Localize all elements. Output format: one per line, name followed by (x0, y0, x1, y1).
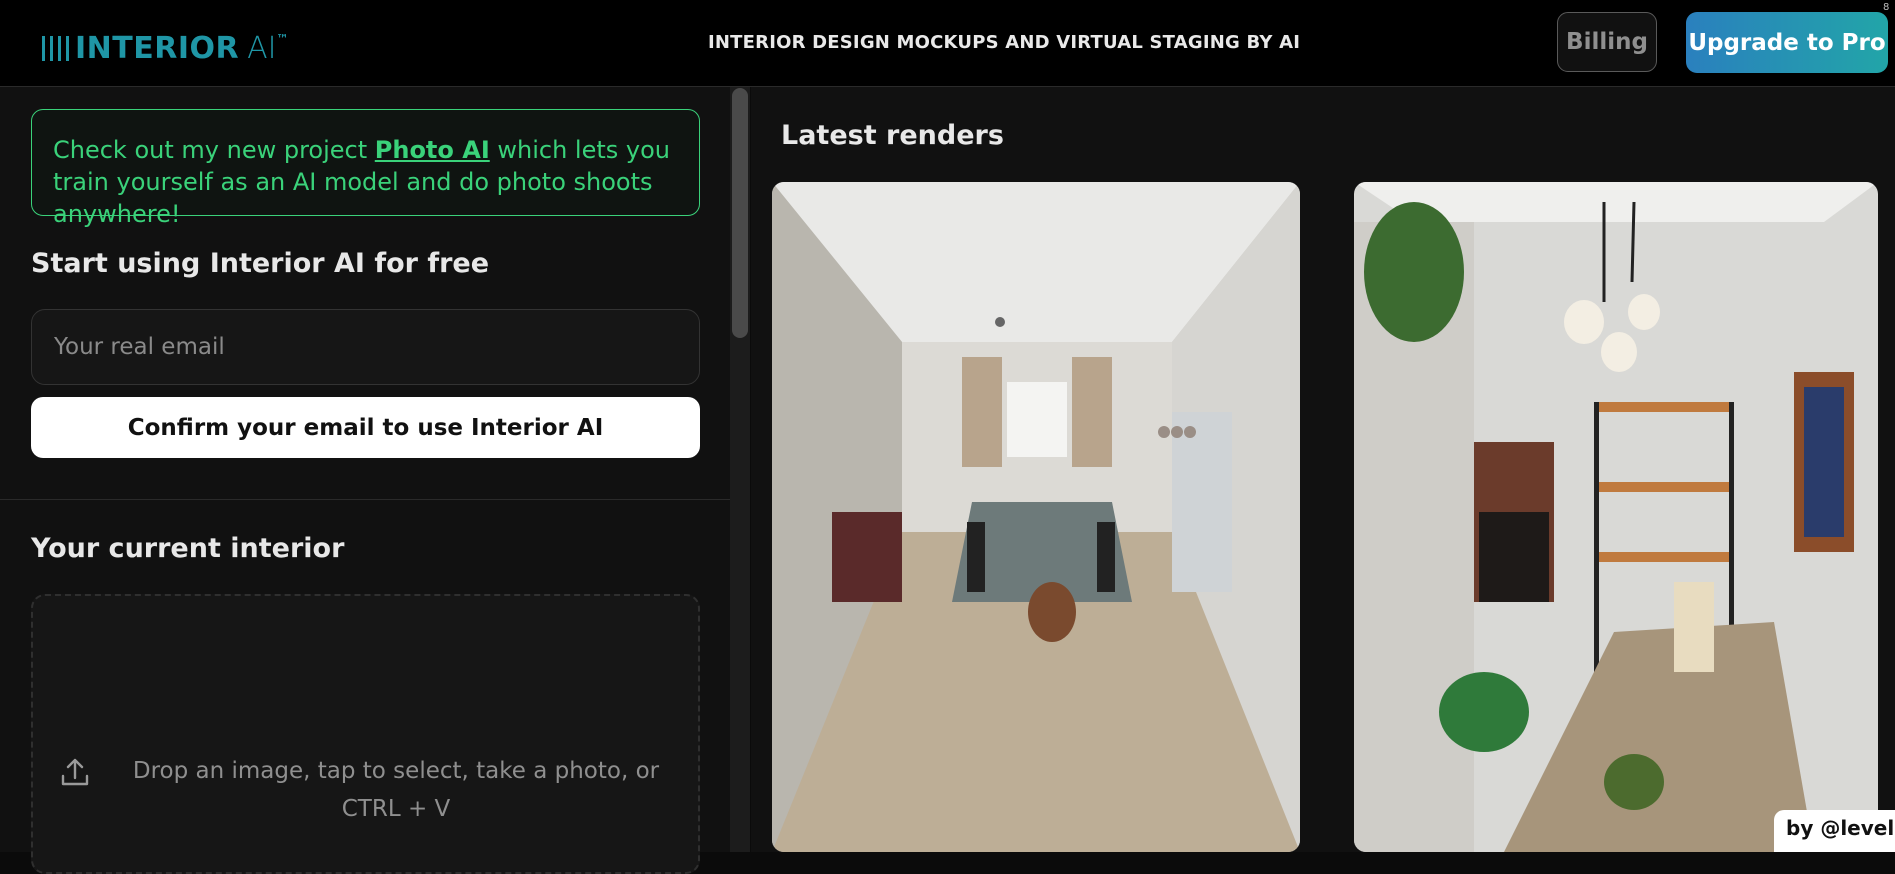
logo[interactable]: INTERIOR AI ™ (42, 30, 288, 66)
email-input[interactable] (31, 309, 700, 385)
promo-prefix: Check out my new project (53, 136, 375, 164)
photo-ai-link[interactable]: Photo AI (375, 136, 490, 164)
sidebar-divider (0, 499, 730, 500)
logo-bars-icon (42, 35, 69, 61)
image-dropzone[interactable] (31, 594, 700, 874)
billing-button[interactable]: Billing (1557, 12, 1657, 72)
header-tagline: INTERIOR DESIGN MOCKUPS AND VIRTUAL STAG… (708, 32, 1301, 53)
logo-trademark: ™ (276, 32, 289, 46)
current-interior-heading: Your current interior (31, 533, 345, 564)
dining-room-image (772, 182, 1300, 852)
dropzone-text: Drop an image, tap to select, take a pho… (132, 758, 660, 822)
upload-icon (61, 758, 89, 786)
render-image-1[interactable] (772, 182, 1300, 852)
latest-renders-heading: Latest renders (781, 120, 1004, 151)
upgrade-to-pro-button[interactable]: Upgrade to Pro (1686, 12, 1888, 73)
rustic-dining-room-image (1354, 182, 1878, 852)
confirm-email-button[interactable]: Confirm your email to use Interior AI (31, 397, 700, 458)
logo-text: INTERIOR (75, 30, 240, 66)
signup-heading: Start using Interior AI for free (31, 248, 490, 279)
render-image-2[interactable] (1354, 182, 1878, 852)
sidebar-scrollbar-thumb[interactable] (732, 88, 748, 338)
corner-close-icon[interactable]: 8 (1883, 2, 1889, 13)
promo-banner: Check out my new project Photo AI which … (31, 109, 700, 228)
logo-ai-text: AI (247, 30, 277, 66)
creator-credit-badge[interactable]: by @levelsio (1774, 810, 1895, 852)
